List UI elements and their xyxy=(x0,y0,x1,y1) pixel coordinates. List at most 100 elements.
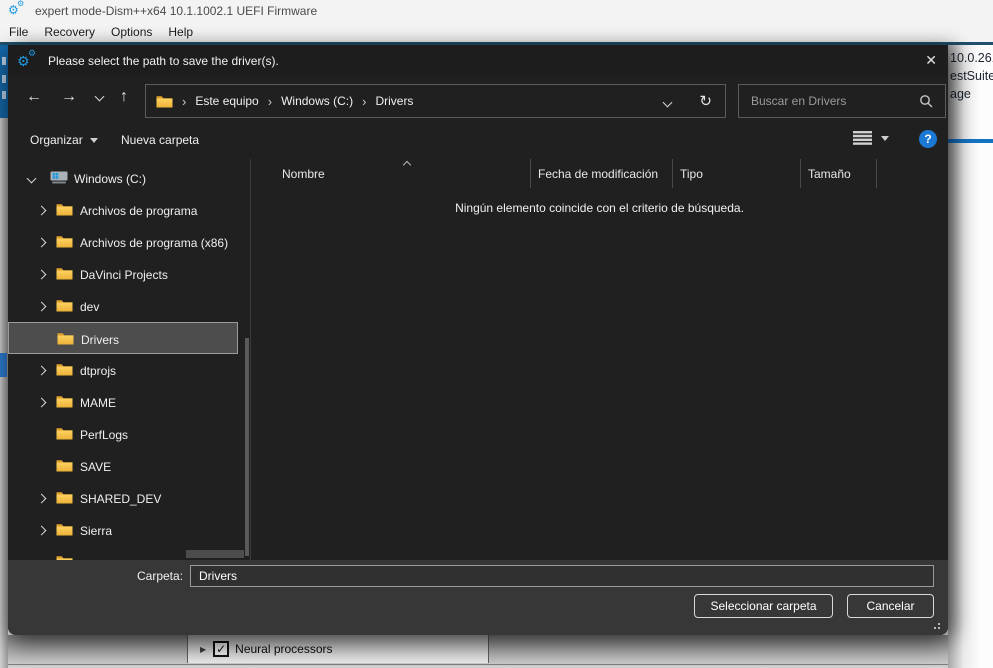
forward-button[interactable]: → xyxy=(61,88,77,106)
view-mode-button[interactable] xyxy=(853,131,889,145)
app-left-scrollbar-edge[interactable] xyxy=(0,118,8,668)
neural-processors-row[interactable]: ▶ ✓ Neural processors xyxy=(187,635,489,663)
tree-item-sierra[interactable]: Sierra xyxy=(8,514,250,546)
search-input[interactable] xyxy=(739,93,919,109)
folder-name-input[interactable] xyxy=(190,565,934,587)
search-icon[interactable] xyxy=(919,94,933,108)
clipped-text-fragment xyxy=(2,75,6,83)
tree-item-label: Archivos de programa xyxy=(80,204,197,218)
folder-icon xyxy=(56,459,73,472)
column-header-nombre[interactable]: Nombre xyxy=(251,159,531,188)
chevron-right-icon[interactable] xyxy=(37,526,47,536)
tree-item-save[interactable]: SAVE xyxy=(8,450,250,482)
dismpp-logo-icon: ⚙ ⚙ xyxy=(8,3,28,19)
select-folder-button[interactable]: Seleccionar carpeta xyxy=(694,594,833,618)
dialog-footer: Carpeta: Seleccionar carpeta Cancelar xyxy=(8,560,948,635)
folder-icon xyxy=(56,523,73,536)
organize-button[interactable]: Organizar xyxy=(30,133,98,147)
tree-item-windows-c-[interactable]: Windows (C:) xyxy=(8,162,250,194)
tree-item-label: dtprojs xyxy=(80,364,116,378)
folder-icon xyxy=(56,427,73,440)
chevron-right-icon[interactable] xyxy=(37,270,47,280)
dialog-title: Please select the path to save the drive… xyxy=(48,54,279,68)
up-button[interactable]: ↑ xyxy=(120,88,128,106)
folder-icon xyxy=(56,267,73,280)
column-header-tama-o[interactable]: Tamaño xyxy=(801,159,877,188)
back-button[interactable]: ← xyxy=(26,88,42,106)
tree-item-label: MAME xyxy=(80,396,116,410)
address-dropdown-icon[interactable] xyxy=(663,98,673,108)
tree-item-mame[interactable]: MAME xyxy=(8,386,250,418)
breadcrumb-separator-icon: › xyxy=(182,94,186,109)
dismpp-logo-icon: ⚙ ⚙ xyxy=(17,52,41,70)
tree-horizontal-scrollbar[interactable] xyxy=(186,550,244,558)
clipped-text-fragment xyxy=(2,57,6,65)
resize-grip[interactable] xyxy=(931,620,941,630)
chevron-right-icon[interactable] xyxy=(37,302,47,312)
clipped-text-fragment xyxy=(2,91,6,99)
caret-down-icon xyxy=(90,138,98,143)
tree-item-dev[interactable]: dev xyxy=(8,290,250,322)
tree-item-label: dev xyxy=(80,300,99,314)
help-button[interactable]: ? xyxy=(919,130,937,148)
tree-item-label: SHARED_DEV xyxy=(80,492,161,506)
tree-item-drivers[interactable]: Drivers xyxy=(8,322,238,354)
breadcrumb-item[interactable]: Windows (C:) xyxy=(281,94,353,108)
neural-processors-label: Neural processors xyxy=(235,642,332,656)
search-box[interactable] xyxy=(738,84,946,118)
folder-name-label: Carpeta: xyxy=(137,569,183,583)
app-right-clipped-text: 10.0.261estSuiteage xyxy=(948,49,993,103)
tree-item-label: Archivos de programa (x86) xyxy=(80,236,228,250)
column-header-filler xyxy=(877,159,948,188)
folder-icon xyxy=(56,363,73,376)
app-bottom-divider xyxy=(8,664,948,665)
app-titlebar: ⚙ ⚙ expert mode-Dism++x64 10.1.1002.1 UE… xyxy=(0,0,993,22)
history-dropdown-icon[interactable] xyxy=(95,92,105,102)
tree-item-label: Drivers xyxy=(81,333,119,347)
tree-item-perflogs[interactable]: PerfLogs xyxy=(8,418,250,450)
folder-picker-dialog: ⚙ ⚙ Please select the path to save the d… xyxy=(8,45,948,635)
folder-icon xyxy=(56,299,73,312)
check-icon: ✓ xyxy=(216,644,226,654)
tree-item-label: Sierra xyxy=(80,524,112,538)
menu-item-recovery[interactable]: Recovery xyxy=(44,25,95,39)
chevron-right-icon[interactable] xyxy=(37,398,47,408)
app-right-accent-line xyxy=(948,139,993,143)
chevron-right-icon[interactable] xyxy=(37,238,47,248)
breadcrumb-item[interactable]: Drivers xyxy=(375,94,413,108)
menu-item-options[interactable]: Options xyxy=(111,25,152,39)
close-icon[interactable]: ✕ xyxy=(925,52,937,68)
folder-icon xyxy=(56,395,73,408)
tree-item-shared-dev[interactable]: SHARED_DEV xyxy=(8,482,250,514)
chevron-down-icon[interactable] xyxy=(27,174,37,184)
folder-tree: Windows (C:) Archivos de programa Archivos… xyxy=(8,159,250,560)
tree-item-archivos-de-programa-x86-[interactable]: Archivos de programa (x86) xyxy=(8,226,250,258)
chevron-right-icon[interactable] xyxy=(37,366,47,376)
refresh-icon[interactable]: ↻ xyxy=(699,92,712,110)
column-header-tipo[interactable]: Tipo xyxy=(673,159,801,188)
tree-vertical-scrollbar[interactable] xyxy=(245,338,249,556)
column-header-fecha-de-modificaci-n[interactable]: Fecha de modificación xyxy=(531,159,673,188)
column-headers: NombreFecha de modificaciónTipoTamaño xyxy=(251,159,948,188)
tree-item-davinci-projects[interactable]: DaVinci Projects xyxy=(8,258,250,290)
new-folder-button[interactable]: Nueva carpeta xyxy=(121,133,199,147)
folder-icon xyxy=(57,332,74,345)
caret-down-icon xyxy=(881,136,889,141)
tree-item-archivos-de-programa[interactable]: Archivos de programa xyxy=(8,194,250,226)
dialog-titlebar[interactable]: ⚙ ⚙ Please select the path to save the d… xyxy=(8,45,948,77)
tree-item-dtprojs[interactable]: dtprojs xyxy=(8,354,250,386)
menu-item-help[interactable]: Help xyxy=(168,25,193,39)
chevron-right-icon[interactable] xyxy=(37,206,47,216)
tree-item-label: DaVinci Projects xyxy=(80,268,168,282)
chevron-right-icon[interactable] xyxy=(37,494,47,504)
breadcrumb: ›Este equipo›Windows (C:)›Drivers xyxy=(173,94,413,109)
menu-item-file[interactable]: File xyxy=(9,25,28,39)
breadcrumb-separator-icon: › xyxy=(268,94,272,109)
navigation-bar: ← → ↑ ›Este equipo›Windows (C:)›Drivers … xyxy=(8,77,948,121)
cancel-button[interactable]: Cancelar xyxy=(847,594,934,618)
neural-processors-checkbox[interactable]: ✓ xyxy=(213,641,229,657)
expander-icon[interactable]: ▶ xyxy=(200,645,206,654)
breadcrumb-item[interactable]: Este equipo xyxy=(195,94,258,108)
app-left-scroll-thumb[interactable] xyxy=(0,353,7,377)
address-bar[interactable]: ›Este equipo›Windows (C:)›Drivers ↻ xyxy=(145,84,726,118)
